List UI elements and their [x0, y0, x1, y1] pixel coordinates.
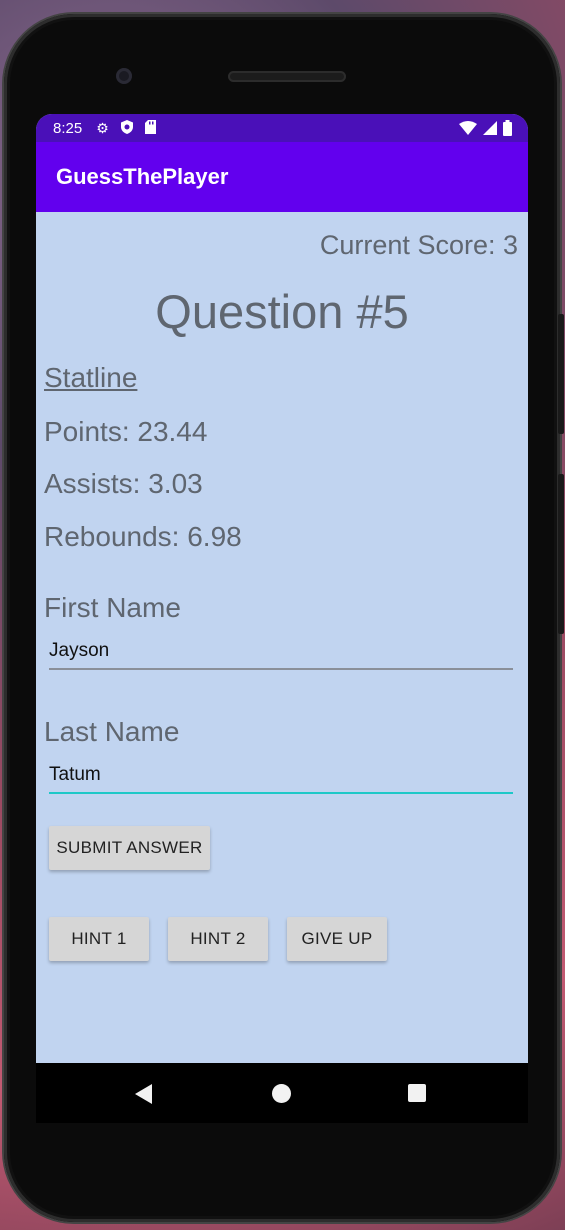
last-name-input[interactable]: Tatum: [49, 760, 513, 794]
status-time: 8:25: [53, 119, 83, 137]
first-name-input[interactable]: Jayson: [49, 636, 513, 670]
recent-apps-icon[interactable]: [408, 1084, 426, 1102]
power-button: [558, 314, 564, 434]
gear-icon: ⚙: [96, 120, 109, 136]
first-name-underline: [49, 668, 513, 670]
first-name-value: Jayson: [49, 640, 110, 661]
app-title: GuessThePlayer: [56, 164, 229, 189]
stat-points: Points: 23.44: [44, 416, 208, 447]
give-up-button[interactable]: GIVE UP: [287, 917, 387, 961]
back-icon[interactable]: [135, 1084, 152, 1104]
status-bar: 8:25 ⚙: [36, 114, 528, 142]
last-name-underline: [49, 792, 513, 794]
first-name-label: First Name: [44, 592, 181, 623]
shield-icon: [120, 120, 133, 136]
stat-rebounds: Rebounds: 6.98: [44, 521, 242, 552]
app-screen: 8:25 ⚙ GuessThePlayer Current Score: 3 Q…: [36, 114, 528, 1063]
hint-2-button[interactable]: HINT 2: [168, 917, 268, 961]
hint-1-button[interactable]: HINT 1: [49, 917, 149, 961]
navigation-bar: [36, 1063, 528, 1123]
stat-assists: Assists: 3.03: [44, 468, 203, 499]
front-camera: [116, 68, 132, 84]
battery-icon: [503, 120, 512, 140]
last-name-value: Tatum: [49, 764, 101, 785]
app-bar: GuessThePlayer: [36, 142, 528, 212]
sd-card-icon: [144, 120, 156, 136]
submit-answer-button[interactable]: SUBMIT ANSWER: [49, 826, 210, 870]
statline-heading: Statline: [44, 362, 138, 393]
cell-signal-icon: [483, 121, 497, 139]
earpiece-speaker: [228, 71, 346, 82]
home-icon[interactable]: [272, 1084, 291, 1103]
wifi-icon: [459, 121, 477, 139]
last-name-label: Last Name: [44, 716, 180, 747]
current-score: Current Score: 3: [319, 230, 518, 260]
volume-button: [558, 474, 564, 634]
question-title: Question #5: [155, 285, 409, 338]
